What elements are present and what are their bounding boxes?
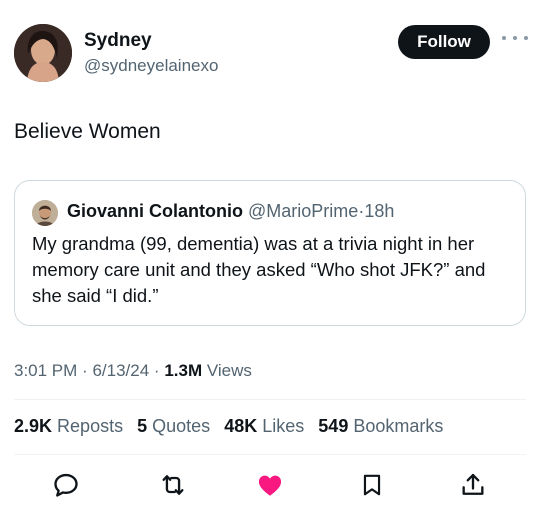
author-handle[interactable]: @sydneyelainexo bbox=[84, 56, 218, 76]
quote-text: My grandma (99, dementia) was at a trivi… bbox=[32, 233, 486, 306]
heart-filled-icon[interactable] bbox=[253, 468, 287, 502]
reposts-stat[interactable]: 2.9K Reposts bbox=[14, 416, 123, 436]
likes-stat[interactable]: 48K Likes bbox=[224, 416, 304, 436]
tweet-date: 6/13/24 bbox=[92, 361, 150, 380]
reply-icon[interactable] bbox=[49, 468, 83, 502]
engagement-stats: 2.9K Reposts 5 Quotes 48K Likes 549 Book… bbox=[14, 416, 452, 437]
views-label: Views bbox=[206, 361, 252, 380]
more-options-icon[interactable] bbox=[502, 28, 528, 48]
quote-header: Giovanni Colantonio @MarioPrime·18h bbox=[67, 201, 394, 222]
author-name[interactable]: Sydney bbox=[84, 30, 152, 52]
divider bbox=[14, 399, 526, 400]
share-icon[interactable] bbox=[456, 468, 490, 502]
divider bbox=[14, 454, 526, 455]
tweet-time: 3:01 PM bbox=[14, 361, 78, 380]
quote-author-handle[interactable]: @MarioPrime bbox=[248, 201, 358, 221]
quote-author-avatar bbox=[32, 200, 58, 226]
author-avatar[interactable] bbox=[14, 24, 72, 82]
follow-button[interactable]: Follow bbox=[398, 25, 490, 59]
action-bar bbox=[0, 468, 540, 502]
retweet-icon[interactable] bbox=[156, 468, 190, 502]
bookmarks-stat[interactable]: 549 Bookmarks bbox=[318, 416, 443, 436]
tweet-timestamp[interactable]: 3:01 PM · 6/13/24 · 1.3M Views bbox=[14, 361, 252, 381]
bookmark-icon[interactable] bbox=[355, 468, 389, 502]
quote-author-name[interactable]: Giovanni Colantonio bbox=[67, 201, 243, 221]
quotes-stat[interactable]: 5 Quotes bbox=[137, 416, 210, 436]
tweet-text: Believe Women bbox=[14, 120, 161, 143]
quote-time[interactable]: 18h bbox=[364, 201, 394, 221]
timestamp-separator: · bbox=[153, 361, 160, 380]
timestamp-separator: · bbox=[82, 361, 88, 380]
views-count: 1.3M bbox=[164, 361, 203, 380]
quoted-tweet[interactable]: Giovanni Colantonio @MarioPrime·18h My g… bbox=[14, 180, 526, 326]
